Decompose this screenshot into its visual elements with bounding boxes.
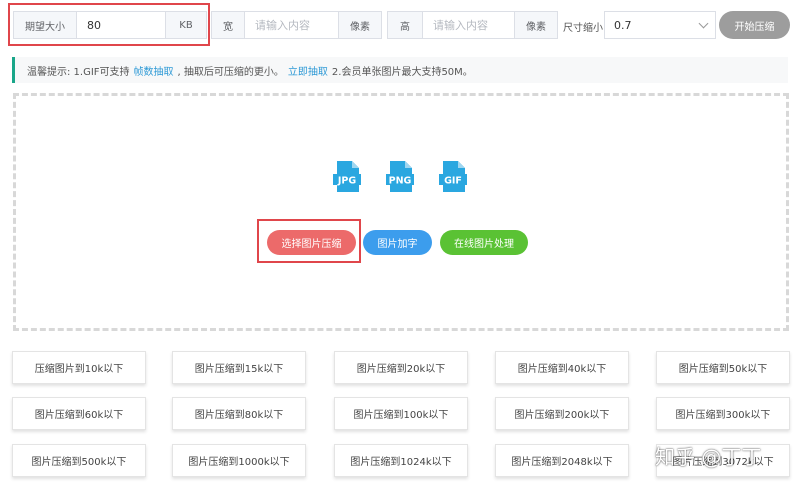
preset-button[interactable]: 图片压缩到100k以下 [334, 397, 468, 430]
scale-select[interactable]: 0.7 [604, 11, 716, 39]
height-input[interactable]: 请输入内容 [422, 12, 515, 38]
choose-image-compress-button[interactable]: 选择图片压缩 [267, 230, 356, 255]
png-label: PNG [389, 176, 412, 187]
expected-size-group: 期望大小 80 KB [13, 11, 207, 39]
tip-bar: 温馨提示: 1.GIF可支持 帧数抽取 , 抽取后可压缩的更小。 立即抽取 2.… [12, 57, 788, 83]
preset-button[interactable]: 图片压缩到15k以下 [172, 351, 306, 384]
expected-size-unit: KB [166, 12, 206, 38]
scale-label: 尺寸缩小 [563, 23, 603, 34]
start-compress-button[interactable]: 开始压缩 [719, 11, 790, 39]
preset-button[interactable]: 图片压缩到80k以下 [172, 397, 306, 430]
tip-prefix: 温馨提示: 1.GIF可支持 [27, 66, 130, 78]
preset-button[interactable]: 图片压缩到60k以下 [12, 397, 146, 430]
preset-button[interactable]: 图片压缩到1024k以下 [334, 444, 468, 477]
expected-size-input[interactable]: 80 [76, 12, 166, 38]
gif-label: GIF [444, 176, 462, 187]
width-label: 宽 [212, 12, 244, 38]
preset-button[interactable]: 图片压缩到40k以下 [495, 351, 629, 384]
preset-button[interactable]: 图片压缩到500k以下 [12, 444, 146, 477]
jpg-label: JPG [337, 176, 356, 187]
preset-button[interactable]: 图片压缩到50k以下 [656, 351, 790, 384]
tip-suffix: 2.会员单张图片最大支持50M。 [331, 66, 473, 78]
preset-button[interactable]: 图片压缩到1000k以下 [172, 444, 306, 477]
tip-middle: , 抽取后可压缩的更小。 [177, 66, 284, 78]
preset-button[interactable]: 图片压缩到200k以下 [495, 397, 629, 430]
preset-button[interactable]: 图片压缩到300k以下 [656, 397, 790, 430]
add-text-button[interactable]: 图片加字 [363, 230, 432, 255]
chevron-down-icon [698, 18, 709, 29]
expected-size-label: 期望大小 [14, 12, 76, 38]
online-image-process-button[interactable]: 在线图片处理 [440, 230, 528, 255]
width-unit: 像素 [339, 12, 381, 38]
gif-file-icon: GIF [439, 161, 467, 192]
watermark: 知乎 @丁丁 [655, 445, 762, 469]
width-input[interactable]: 请输入内容 [244, 12, 339, 38]
upload-drop-area[interactable] [13, 93, 789, 331]
frame-extract-link[interactable]: 帧数抽取 [134, 63, 174, 78]
height-group: 高 请输入内容 像素 [387, 11, 558, 39]
jpg-file-icon: JPG [333, 161, 361, 192]
preset-button[interactable]: 图片压缩到20k以下 [334, 351, 468, 384]
height-label: 高 [388, 12, 422, 38]
height-unit: 像素 [515, 12, 557, 38]
width-group: 宽 请输入内容 像素 [211, 11, 382, 39]
scale-value: 0.7 [614, 18, 632, 32]
preset-button[interactable]: 压缩图片到10k以下 [12, 351, 146, 384]
extract-now-link[interactable]: 立即抽取 [288, 63, 328, 78]
png-file-icon: PNG [386, 161, 414, 192]
toolbar: 期望大小 80 KB 宽 请输入内容 像素 高 请输入内容 像素 尺寸缩小 0.… [0, 0, 800, 50]
preset-button[interactable]: 图片压缩到2048k以下 [495, 444, 629, 477]
